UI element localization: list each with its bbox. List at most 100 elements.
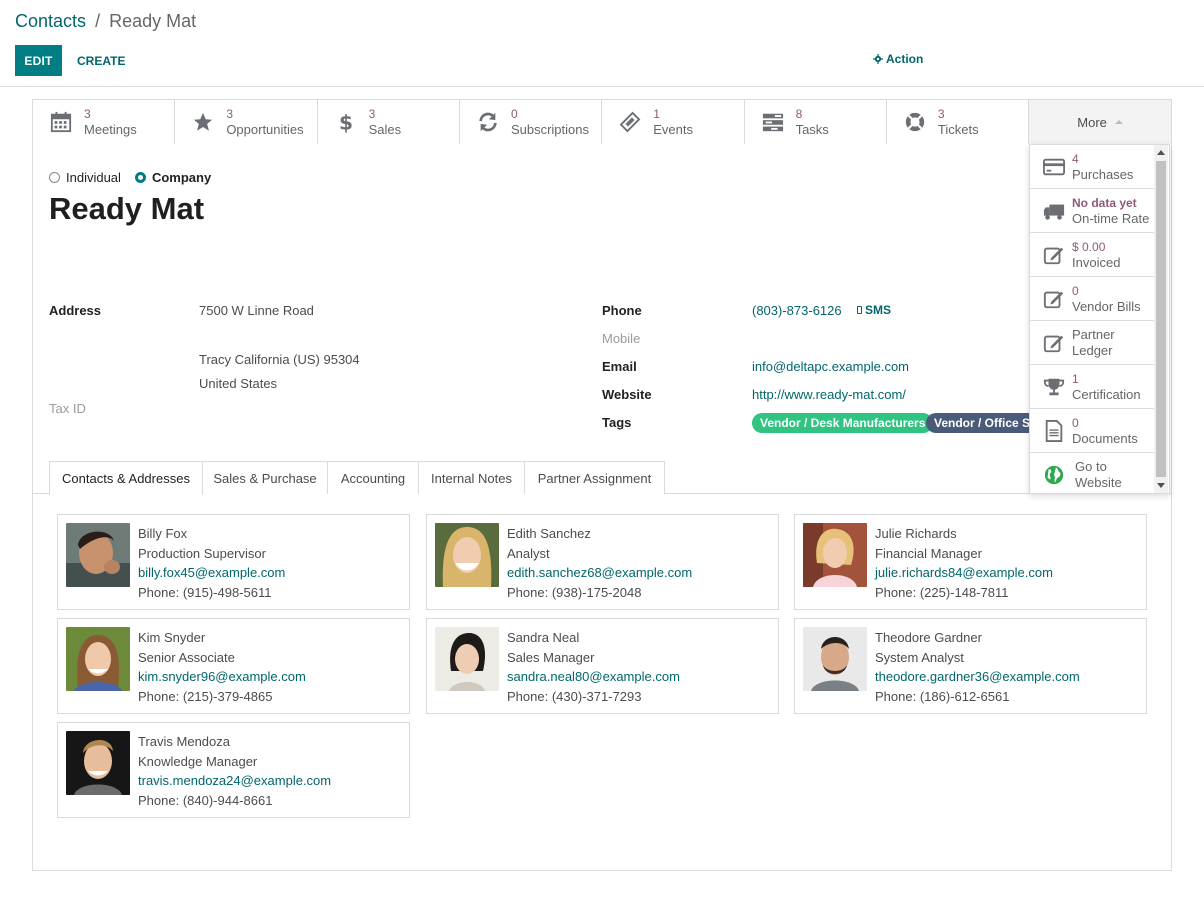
- contact-card[interactable]: Theodore Gardner System Analyst theodore…: [794, 618, 1147, 714]
- avatar: [435, 523, 499, 587]
- control-panel: Contacts / Ready Mat EDIT CREATE Action: [0, 0, 1204, 87]
- contact-name: Travis Mendoza: [138, 734, 230, 749]
- tab-partner-assignment[interactable]: Partner Assignment: [524, 461, 665, 494]
- contact-card[interactable]: Julie Richards Financial Manager julie.r…: [794, 514, 1147, 610]
- contact-phone: Phone: (938)-175-2048: [507, 585, 642, 601]
- contact-phone: Phone: (225)-148-7811: [875, 585, 1009, 601]
- website-link[interactable]: http://www.ready-mat.com/: [752, 387, 906, 402]
- more-item-go-to-website[interactable]: Go to Website: [1030, 453, 1155, 497]
- more-item-label: Ledger: [1072, 342, 1113, 358]
- breadcrumb-current: Ready Mat: [109, 11, 197, 31]
- tags-label: Tags: [602, 415, 632, 430]
- contact-phone: Phone: (186)-612-6561: [875, 689, 1010, 705]
- contact-role: Sales Manager: [507, 649, 595, 665]
- contact-phone: Phone: (915)-498-5611: [138, 585, 272, 601]
- contact-card[interactable]: Sandra Neal Sales Manager sandra.neal80@…: [426, 618, 779, 714]
- contact-email[interactable]: billy.fox45@example.com: [138, 563, 285, 583]
- lifebuoy-icon: [902, 109, 928, 135]
- partner-name-title: Ready Mat: [49, 191, 205, 226]
- website-label: Website: [602, 387, 652, 402]
- contact-info: Travis Mendoza Knowledge Manager travis.…: [138, 732, 331, 811]
- contact-info: Sandra Neal Sales Manager sandra.neal80@…: [507, 628, 680, 707]
- breadcrumb-contacts-link[interactable]: Contacts: [15, 11, 86, 31]
- stat-button-tickets[interactable]: 3 Tickets: [886, 100, 1030, 144]
- stat-button-meetings[interactable]: 3 Meetings: [33, 100, 176, 144]
- stat-button-opportunities[interactable]: 3 Opportunities: [175, 100, 318, 144]
- action-button[interactable]: Action: [873, 52, 923, 66]
- gear-icon: [873, 54, 883, 64]
- contact-role: Senior Associate: [138, 649, 235, 665]
- address-street: 7500 W Linne Road: [199, 303, 314, 318]
- more-item-on-time-rate[interactable]: No data yet On-time Rate: [1030, 189, 1155, 233]
- stat-value: 0: [510, 107, 518, 121]
- contact-email[interactable]: travis.mendoza24@example.com: [138, 771, 331, 791]
- email-link[interactable]: info@deltapc.example.com: [752, 359, 909, 374]
- contact-info: Billy Fox Production Supervisor billy.fo…: [138, 524, 285, 603]
- stat-value: 3: [368, 107, 376, 121]
- tab-contacts-addresses[interactable]: Contacts & Addresses: [49, 461, 203, 495]
- more-item-label: Website: [1075, 475, 1122, 490]
- contact-name: Theodore Gardner: [875, 630, 982, 645]
- more-item-vendor-bills[interactable]: 0 Vendor Bills: [1030, 277, 1155, 321]
- contact-email[interactable]: sandra.neal80@example.com: [507, 667, 680, 687]
- stat-label: Tasks: [795, 122, 829, 137]
- stat-value: 1: [653, 107, 660, 121]
- sms-label: SMS: [865, 303, 892, 317]
- sms-button[interactable]: SMS: [857, 303, 891, 317]
- contact-role: System Analyst: [875, 649, 964, 665]
- address-label: Address: [49, 303, 102, 318]
- contact-email[interactable]: kim.snyder96@example.com: [138, 667, 306, 687]
- calendar-icon: [48, 109, 74, 135]
- edit-icon: [1042, 287, 1066, 311]
- more-item-label: Vendor Bills: [1072, 298, 1141, 314]
- more-item-purchases[interactable]: 4 Purchases: [1030, 145, 1155, 189]
- more-item-label: Go to: [1075, 459, 1107, 474]
- tab-accounting[interactable]: Accounting: [327, 461, 419, 494]
- contact-email[interactable]: edith.sanchez68@example.com: [507, 563, 692, 583]
- contact-name: Sandra Neal: [507, 630, 580, 645]
- stat-label: Sales: [368, 122, 402, 137]
- dropdown-scrollbar[interactable]: [1154, 145, 1168, 493]
- avatar: [66, 627, 130, 691]
- contact-info: Kim Snyder Senior Associate kim.snyder96…: [138, 628, 306, 707]
- more-item-invoiced[interactable]: $ 0.00 Invoiced: [1030, 233, 1155, 277]
- avatar: [66, 523, 130, 587]
- more-button[interactable]: More: [1029, 100, 1171, 144]
- contact-phone: Phone: (430)-371-7293: [507, 689, 642, 705]
- stat-button-sales[interactable]: $ 3 Sales: [317, 100, 460, 144]
- scroll-up-arrow-icon[interactable]: [1157, 150, 1165, 155]
- contact-email[interactable]: theodore.gardner36@example.com: [875, 667, 1080, 687]
- refresh-icon: [475, 109, 501, 135]
- contact-info: Julie Richards Financial Manager julie.r…: [875, 524, 1053, 603]
- radio-circle-selected[interactable]: [134, 172, 146, 183]
- more-item-certification[interactable]: 1 Certification: [1030, 365, 1155, 409]
- more-label: More: [1077, 114, 1107, 130]
- more-item-documents[interactable]: 0 Documents: [1030, 409, 1155, 453]
- more-item-value: $ 0.00: [1072, 239, 1106, 254]
- radio-individual[interactable]: Individual: [49, 170, 121, 185]
- tag-vendor-office-supplies[interactable]: Vendor / Office Supplies: [926, 413, 1029, 433]
- scroll-down-arrow-icon[interactable]: [1157, 483, 1165, 488]
- contact-info: Theodore Gardner System Analyst theodore…: [875, 628, 1080, 707]
- contact-card[interactable]: Billy Fox Production Supervisor billy.fo…: [57, 514, 410, 610]
- contact-card[interactable]: Travis Mendoza Knowledge Manager travis.…: [57, 722, 410, 818]
- stat-button-events[interactable]: 1 Events: [602, 100, 745, 144]
- stat-button-tasks[interactable]: 8 Tasks: [744, 100, 887, 144]
- phone-link[interactable]: (803)-873-6126: [752, 303, 842, 318]
- tab-sales-purchase[interactable]: Sales & Purchase: [202, 461, 328, 494]
- stat-value: 8: [795, 107, 803, 121]
- edit-button[interactable]: EDIT: [15, 45, 62, 76]
- avatar: [803, 627, 867, 691]
- tag-vendor-desk-manufacturers[interactable]: Vendor / Desk Manufacturers: [752, 413, 934, 433]
- create-button[interactable]: CREATE: [70, 45, 132, 76]
- stat-button-subscriptions[interactable]: 0 Subscriptions: [459, 100, 603, 144]
- contact-email[interactable]: julie.richards84@example.com: [875, 563, 1053, 583]
- radio-circle[interactable]: [49, 172, 60, 183]
- notebook-tabs: Contacts & Addresses Sales & Purchase Ac…: [33, 461, 1171, 495]
- contact-card[interactable]: Kim Snyder Senior Associate kim.snyder96…: [57, 618, 410, 714]
- more-item-partner-ledger[interactable]: Partner Ledger: [1030, 321, 1155, 365]
- radio-company[interactable]: Company: [134, 170, 211, 185]
- tab-internal-notes[interactable]: Internal Notes: [418, 461, 525, 494]
- scrollbar-thumb[interactable]: [1156, 161, 1166, 477]
- contact-card[interactable]: Edith Sanchez Analyst edith.sanchez68@ex…: [426, 514, 779, 610]
